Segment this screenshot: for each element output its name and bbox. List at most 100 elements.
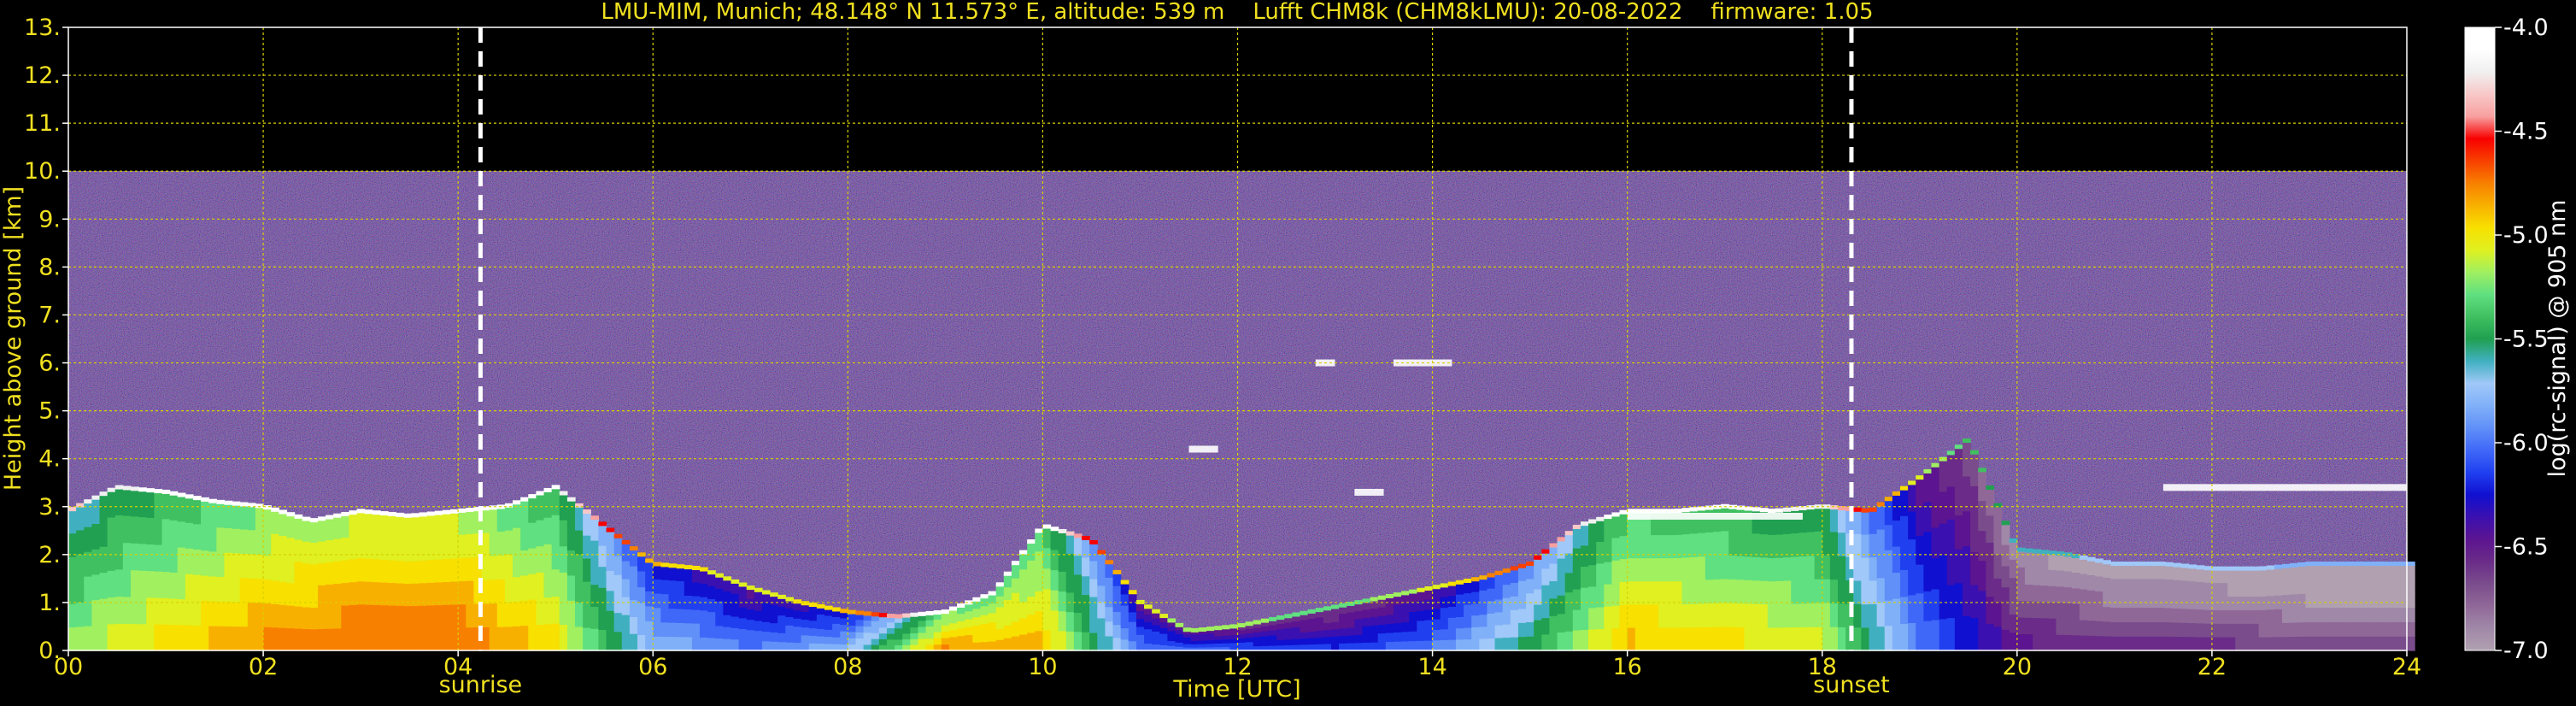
backscatter-cell [1549,562,1558,581]
backscatter-cell [2211,623,2221,638]
backscatter-cell [2095,605,2104,621]
backscatter-cell [1229,631,1239,636]
backscatter-cell [1884,524,1893,550]
backscatter-cell [933,625,942,632]
backscatter-cell [458,603,466,628]
backscatter-cell [1829,555,1839,580]
backscatter-cell [177,547,186,574]
backscatter-cell [1829,579,1839,603]
backscatter-cell [2001,586,2010,609]
backscatter-cell [224,552,233,578]
backscatter-cell [1837,556,1846,580]
backscatter-cell [520,550,529,576]
backscatter-cell [1175,638,1184,643]
backscatter-cell [1642,580,1652,605]
layer-top-edge [980,594,989,599]
backscatter-cell [2165,636,2174,651]
backscatter-cell [2250,568,2260,584]
backscatter-cell [2103,591,2111,608]
backscatter-cell [122,515,132,544]
backscatter-cell [2126,636,2135,651]
backscatter-cell [1339,621,1347,629]
backscatter-cell [1642,557,1652,582]
backscatter-cell [1986,623,1995,651]
backscatter-cell [2071,556,2080,574]
backscatter-cell [2407,578,2415,594]
backscatter-cell [1284,633,1293,640]
layer-top-edge [948,606,958,611]
backscatter-cell [1876,626,1886,651]
layer-top-edge [536,491,545,496]
backscatter-cell [2095,621,2104,637]
backscatter-cell [2033,568,2041,585]
backscatter-cell [754,620,763,632]
backscatter-cell [684,636,693,651]
backscatter-cell [793,609,802,619]
backscatter-cell [1315,637,1324,644]
backscatter-cell [1073,574,1083,594]
backscatter-cell [419,560,428,584]
layer-top-edge [2157,562,2166,567]
backscatter-cell [1292,621,1301,627]
backscatter-cell [1455,594,1464,606]
backscatter-cell [653,636,661,651]
backscatter-cell [1105,562,1114,578]
layer-top-edge [1689,507,1699,512]
backscatter-cell [99,624,109,651]
backscatter-cell [1806,627,1816,651]
backscatter-cell [1837,509,1846,533]
backscatter-cell [1300,619,1309,627]
backscatter-cell [1300,626,1309,632]
layer-top-edge [185,494,194,499]
backscatter-cell [1752,627,1761,651]
backscatter-cell [598,524,607,546]
backscatter-cell [1517,622,1527,638]
layer-top-edge [1471,577,1480,582]
backscatter-cell [1697,580,1706,604]
backscatter-cell [707,573,716,586]
backscatter-cell [2220,623,2228,638]
backscatter-cell [1908,538,1916,568]
backscatter-cell [161,624,171,651]
backscatter-cell [598,545,607,568]
backscatter-cell [2001,523,2010,545]
backscatter-cell [1744,509,1753,533]
backscatter-cell [723,591,732,603]
colorbar-tick-label: -6.0 [2503,430,2549,456]
backscatter-cell [192,549,202,575]
backscatter-cell [1182,644,1192,648]
backscatter-cell [2048,602,2057,619]
backscatter-cell [1042,629,1052,651]
backscatter-cell [1939,555,1948,588]
x-tick-label: 14 [1417,654,1446,680]
backscatter-cell [1471,591,1480,604]
backscatter-cell [513,626,521,651]
backscatter-cell [154,544,163,572]
backscatter-cell [754,610,763,621]
backscatter-cell [1892,545,1901,574]
backscatter-cell [1689,532,1699,557]
backscatter-cell [1424,629,1434,641]
backscatter-cell [99,546,109,574]
backscatter-cell [2040,633,2049,651]
backscatter-cell [1323,622,1332,631]
backscatter-cell [1144,614,1153,622]
backscatter-cell [279,604,288,628]
layer-top-edge [364,509,373,515]
layer-top-edge [1253,620,1262,625]
layer-top-edge [1541,549,1551,554]
backscatter-cell [1440,618,1449,630]
layer-top-edge [177,492,186,497]
layer-top-edge [286,512,296,517]
colorbar-tick-label: -5.0 [2503,222,2549,249]
backscatter-cell [185,625,194,651]
backscatter-cell [247,626,256,651]
backscatter-cell [1604,628,1613,651]
backscatter-cell [1237,642,1247,647]
backscatter-cell [1752,532,1761,557]
backscatter-cell [1916,535,1924,565]
layer-top-edge [1409,589,1417,594]
backscatter-cell [699,623,708,638]
layer-top-edge [1237,623,1247,628]
backscatter-cell [2141,578,2151,594]
